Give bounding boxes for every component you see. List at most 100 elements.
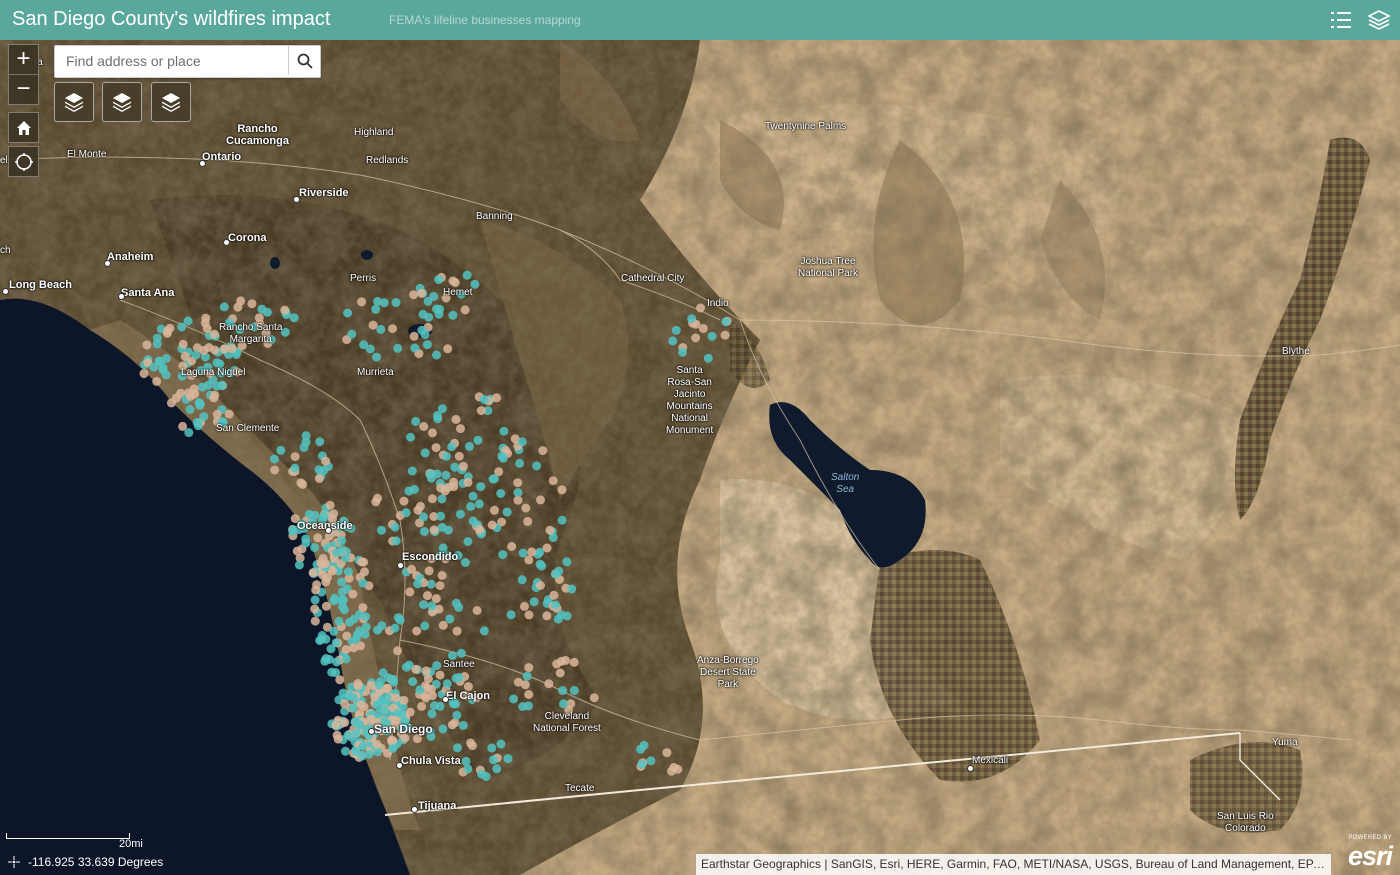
business-point[interactable] [506,610,516,620]
business-point[interactable] [421,666,431,676]
business-point[interactable] [487,520,497,530]
business-point[interactable] [193,421,203,431]
business-point[interactable] [405,707,415,717]
business-point[interactable] [356,700,366,710]
business-point[interactable] [428,428,437,438]
business-point[interactable] [314,465,324,475]
business-point[interactable] [458,720,468,730]
business-point[interactable] [555,668,565,678]
business-point[interactable] [152,339,162,349]
business-point[interactable] [492,764,502,774]
business-point[interactable] [468,491,478,501]
business-point[interactable] [668,336,678,346]
business-point[interactable] [341,553,350,563]
business-point[interactable] [405,587,415,597]
business-point[interactable] [393,646,402,656]
business-point[interactable] [343,730,353,740]
business-point[interactable] [330,593,340,603]
business-point[interactable] [209,329,219,339]
business-point[interactable] [178,339,188,349]
business-point[interactable] [388,744,398,753]
business-point[interactable] [165,323,175,333]
business-point[interactable] [301,538,311,548]
business-point[interactable] [177,322,187,332]
business-point[interactable] [407,466,417,476]
business-point[interactable] [524,690,534,699]
business-point[interactable] [413,579,423,589]
business-point[interactable] [419,422,429,431]
business-point[interactable] [393,343,403,353]
business-point[interactable] [589,693,599,703]
business-point[interactable] [562,557,572,567]
business-point[interactable] [498,453,508,463]
basemap[interactable] [0,0,1400,875]
business-point[interactable] [357,557,367,567]
business-point[interactable] [569,686,579,695]
business-point[interactable] [424,312,434,322]
business-point[interactable] [427,494,437,504]
business-point[interactable] [489,474,499,484]
business-point[interactable] [372,352,381,362]
business-point[interactable] [419,512,428,522]
business-point[interactable] [479,626,489,636]
business-point[interactable] [513,478,523,488]
business-point[interactable] [440,486,450,496]
business-point[interactable] [463,537,473,546]
business-point[interactable] [423,674,433,684]
business-point[interactable] [462,270,472,280]
business-point[interactable] [409,331,419,341]
business-point[interactable] [554,566,564,576]
business-point[interactable] [558,686,568,696]
business-point[interactable] [662,748,672,758]
business-point[interactable] [703,353,713,363]
business-point[interactable] [460,305,470,315]
business-point[interactable] [210,390,220,400]
business-point[interactable] [233,302,243,312]
business-point[interactable] [351,634,361,644]
business-point[interactable] [476,482,486,492]
business-point[interactable] [376,324,386,334]
business-point[interactable] [522,671,532,681]
business-point[interactable] [476,406,486,416]
business-point[interactable] [513,488,523,498]
business-point[interactable] [441,470,451,480]
business-point[interactable] [431,443,441,453]
business-point[interactable] [487,743,497,753]
business-point[interactable] [340,718,350,727]
business-point[interactable] [452,626,462,636]
business-point[interactable] [410,343,420,353]
business-point[interactable] [325,500,335,510]
business-point[interactable] [426,579,436,589]
business-point[interactable] [467,741,477,751]
business-point[interactable] [520,680,530,690]
business-point[interactable] [720,330,730,340]
business-point[interactable] [409,290,419,300]
business-point[interactable] [451,414,461,424]
business-point[interactable] [463,764,473,774]
business-point[interactable] [518,548,528,558]
business-point[interactable] [420,448,430,458]
business-point[interactable] [308,568,318,578]
business-point[interactable] [698,324,708,333]
business-point[interactable] [449,482,459,492]
business-point[interactable] [348,589,358,599]
business-point[interactable] [262,307,272,317]
business-point[interactable] [368,320,378,330]
business-point[interactable] [556,610,566,620]
business-point[interactable] [388,324,397,334]
business-point[interactable] [406,432,415,442]
business-point[interactable] [454,451,464,461]
business-point[interactable] [321,601,331,611]
business-point[interactable] [334,616,344,626]
business-point[interactable] [149,362,159,372]
business-point[interactable] [219,302,229,312]
business-point[interactable] [390,522,400,532]
business-point[interactable] [337,577,347,587]
business-point[interactable] [557,485,567,495]
business-point[interactable] [338,595,348,605]
business-point[interactable] [318,559,328,569]
business-point[interactable] [492,393,502,403]
business-point[interactable] [404,486,414,496]
business-point[interactable] [673,764,683,774]
zoom-in-button[interactable]: + [9,45,38,74]
